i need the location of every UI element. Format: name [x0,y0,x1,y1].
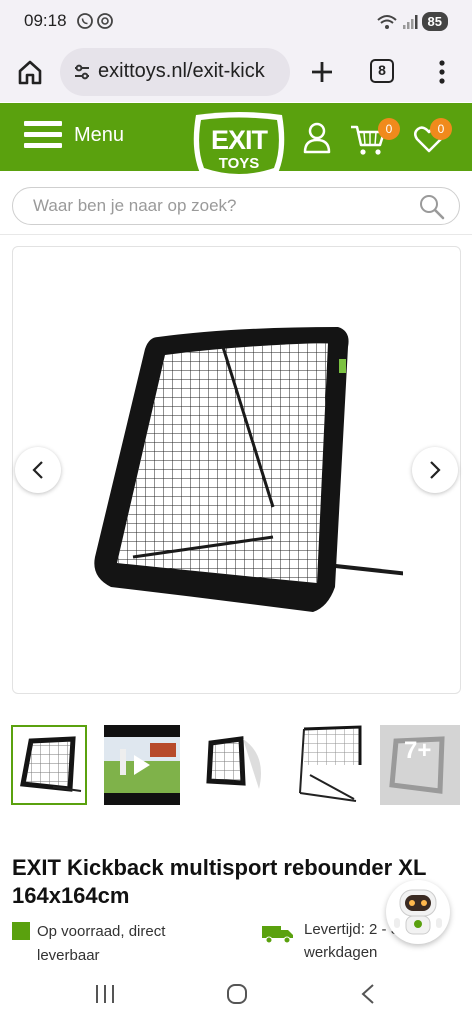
thumbnail-4-image [299,725,362,802]
hamburger-icon [24,121,62,148]
signal-icon [402,14,418,29]
wishlist-count-badge: 0 [430,118,452,140]
logo-text-toys: TOYS [218,155,260,172]
more-vert-icon[interactable] [428,56,456,88]
exit-toys-logo[interactable]: EXIT TOYS [190,111,288,187]
thumbnail-1-image [20,736,82,792]
wishlist-button[interactable]: 0 [414,118,452,157]
tabs-icon[interactable]: 8 [370,59,394,83]
product-gallery [12,246,461,694]
chevron-right-icon [430,461,441,479]
search-input[interactable] [13,188,413,224]
stock-text: Op voorraad, direct leverbaar [37,923,166,964]
truck-icon [262,926,293,944]
url-text: exittoys.nl/exit-kick [98,60,265,82]
whatsapp-icon [77,13,93,29]
thumbnail-3[interactable] [197,725,273,805]
in-stock-icon [12,922,30,940]
url-bar[interactable]: exittoys.nl/exit-kick [60,48,290,96]
chatbot-button[interactable] [386,880,450,944]
thumbnail-more[interactable]: 7+ [380,725,460,805]
chevron-left-icon [32,461,43,479]
menu-label: Menu [74,123,125,146]
at-sign-icon [97,13,113,29]
product-image [94,327,403,612]
thumbnail-2-image [104,737,180,793]
thumbnail-2-video[interactable] [104,725,180,805]
menu-button[interactable]: Menu [24,119,124,151]
browser-toolbar: exittoys.nl/exit-kick 8 [0,42,472,102]
thumbnail-4[interactable] [290,725,366,805]
back-icon[interactable] [360,984,376,1004]
home-icon[interactable] [14,56,46,88]
recent-apps-icon[interactable] [94,984,116,1004]
site-info-icon[interactable] [72,62,92,82]
robot-icon [394,889,442,935]
thumbnail-strip: 7+ [11,725,463,807]
thumbnail-more-label: 7+ [404,737,432,764]
search-icon[interactable] [419,194,445,220]
cart-count-badge: 0 [378,118,400,140]
wifi-icon [376,14,397,29]
home-circle-icon[interactable] [227,984,247,1004]
account-icon[interactable] [302,121,332,155]
gallery-prev-button[interactable] [15,447,61,493]
thumbnail-1[interactable] [11,725,87,805]
plus-icon[interactable] [306,56,338,88]
system-nav-bar [0,968,472,1024]
search-bar [12,187,460,225]
battery-icon: 85 [421,12,448,31]
cart-button[interactable]: 0 [350,118,400,157]
status-time: 09:18 [24,11,67,30]
status-bar: 09:18 85 [0,0,472,42]
gallery-next-button[interactable] [412,447,458,493]
site-header: Menu EXIT TOYS 0 0 [0,103,472,180]
header-divider [0,234,472,235]
thumbnail-3-image [206,736,261,789]
logo-text-exit: EXIT [210,125,268,155]
